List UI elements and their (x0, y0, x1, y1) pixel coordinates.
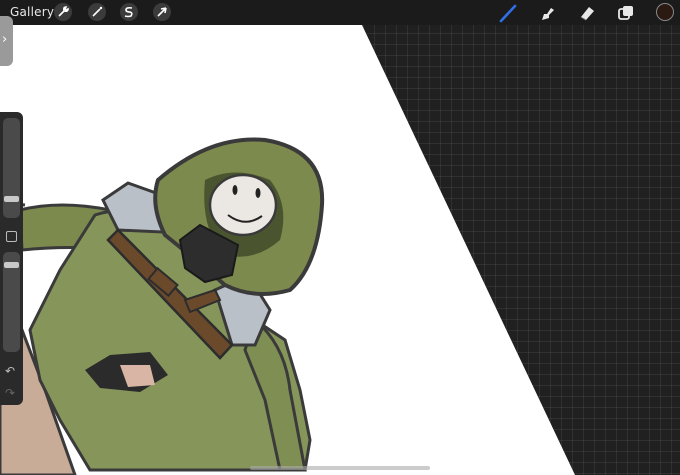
layers-icon[interactable] (616, 3, 636, 23)
opacity-thumb[interactable] (4, 262, 19, 268)
left-sidebar: ↶ ↷ (0, 112, 23, 405)
gallery-button[interactable]: Gallery (10, 5, 54, 19)
home-indicator (250, 466, 430, 470)
sidebar-expand-tab[interactable]: › (0, 16, 13, 66)
selection-icon[interactable] (120, 3, 138, 21)
redo-icon[interactable]: ↷ (5, 386, 15, 400)
brush-icon[interactable] (498, 3, 518, 23)
undo-icon[interactable]: ↶ (5, 364, 15, 378)
chevron-right-icon: › (2, 32, 8, 47)
eraser-icon[interactable] (577, 3, 597, 23)
magic-wand-icon[interactable] (88, 3, 106, 21)
modify-square-icon[interactable] (6, 231, 17, 242)
color-picker-swatch[interactable] (656, 3, 674, 21)
top-toolbar: Gallery (0, 0, 680, 25)
smudge-icon[interactable] (537, 3, 557, 23)
brush-size-thumb[interactable] (4, 196, 19, 202)
brush-size-slider[interactable] (3, 118, 20, 218)
artwork-face-mask (208, 173, 278, 237)
transform-icon[interactable] (153, 3, 171, 21)
drawing-canvas[interactable] (0, 0, 680, 475)
wrench-icon[interactable] (54, 3, 72, 21)
opacity-slider[interactable] (3, 252, 20, 352)
